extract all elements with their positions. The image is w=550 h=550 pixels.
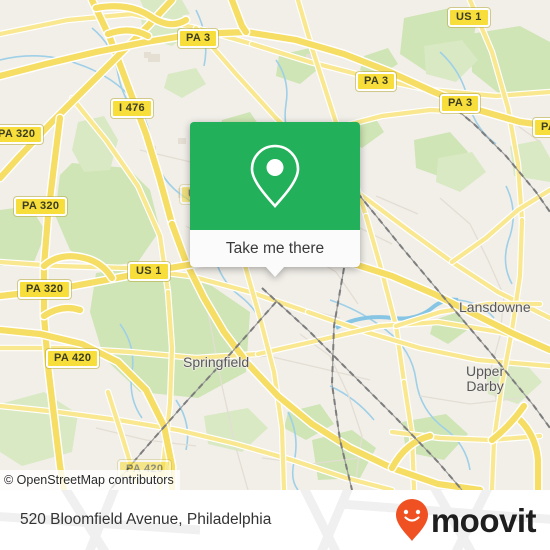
- address-label: 520 Bloomfield Avenue, Philadelphia: [20, 511, 272, 528]
- place-label: Springfield: [183, 354, 250, 370]
- highway-shield: PA 320: [14, 197, 68, 216]
- highway-shield: PA 3: [356, 72, 397, 91]
- moovit-logo[interactable]: moovit: [395, 498, 537, 542]
- highway-shield: PA 420: [46, 349, 100, 368]
- poi-card-image: [190, 122, 360, 230]
- place-label: Upper Darby: [466, 363, 505, 394]
- highway-shield: PA 3: [440, 94, 481, 113]
- moovit-wordmark: moovit: [430, 501, 537, 539]
- footer-bar: 520 Bloomfield Avenue, Philadelphia moov…: [0, 490, 550, 550]
- map-canvas[interactable]: .park { fill:#cfe5b5; } .parkd{ fill:#d9…: [0, 0, 550, 490]
- highway-shield: PA 320: [0, 125, 44, 144]
- take-me-there-label: Take me there: [225, 239, 325, 257]
- take-me-there-button[interactable]: Take me there: [190, 230, 360, 277]
- highway-shield: PA: [533, 118, 550, 137]
- highway-shield: I 476: [111, 99, 153, 118]
- callout-tail: [265, 266, 285, 277]
- highway-shield: PA 3: [178, 29, 219, 48]
- moovit-smiley-pin-icon: [395, 499, 428, 541]
- osm-attribution[interactable]: © OpenStreetMap contributors: [0, 470, 180, 490]
- poi-callout-card[interactable]: Take me there: [190, 122, 360, 277]
- highway-shield: PA 320: [18, 280, 72, 299]
- location-pin-icon: [250, 144, 300, 208]
- highway-shield: US 1: [128, 262, 170, 281]
- place-label: Lansdowne: [459, 299, 531, 315]
- highway-shield: US 1: [448, 8, 490, 27]
